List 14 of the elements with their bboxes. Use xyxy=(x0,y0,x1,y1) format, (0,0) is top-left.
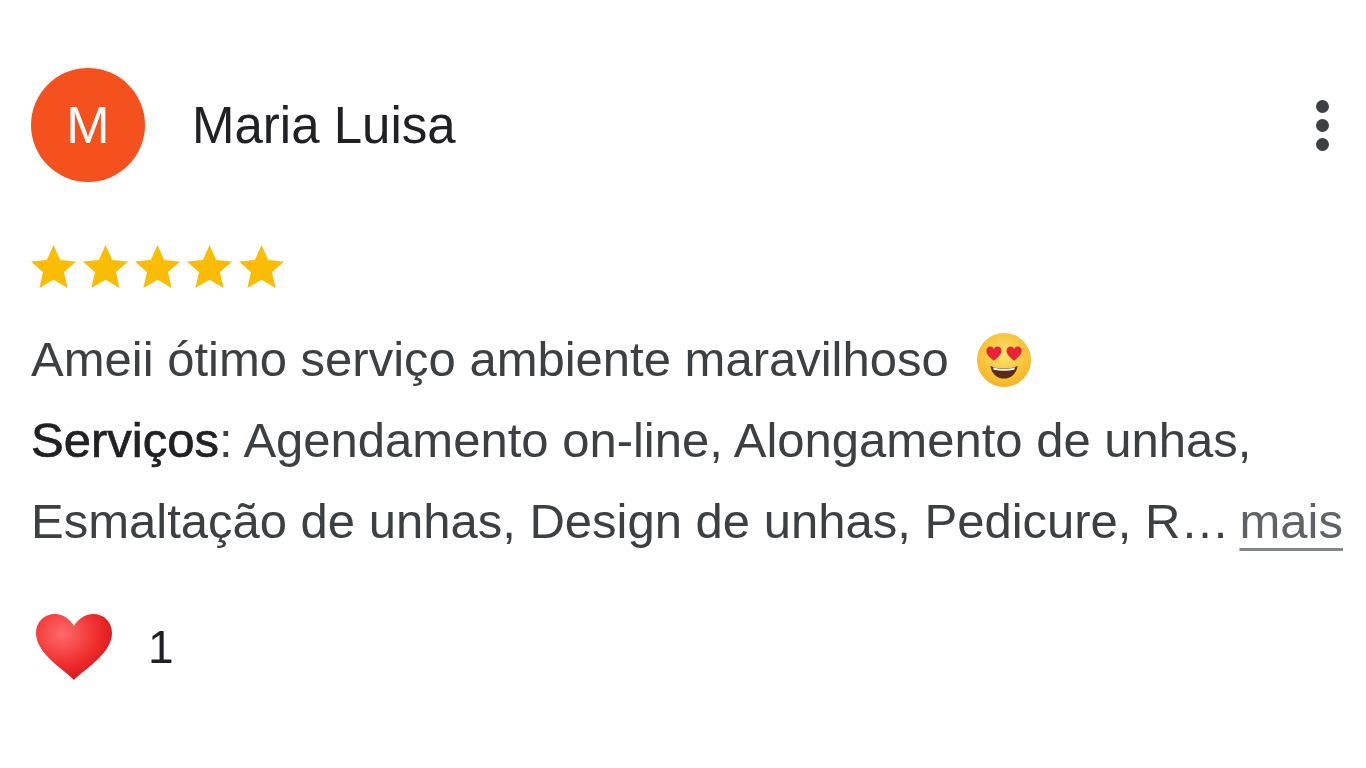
star-icon xyxy=(239,245,284,288)
star-icon xyxy=(83,245,128,288)
star-icon xyxy=(135,245,180,288)
heart-icon xyxy=(36,614,112,680)
more-options-icon[interactable] xyxy=(1316,99,1329,151)
star-icon xyxy=(187,245,232,288)
heart-eyes-emoji-icon xyxy=(976,332,1031,387)
review-services-text: Serviços: Agendamento on-line, Alongamento de unhas, Esmaltação de unhas, Design de unhas, Pedicure, R… mais xyxy=(31,412,1344,550)
avatar: M xyxy=(31,68,145,182)
reviewer-name: Maria Luisa xyxy=(192,95,456,155)
star-icon xyxy=(31,245,76,288)
more-link[interactable]: mais xyxy=(1239,494,1343,548)
review-text: Ameii ótimo serviço ambiente maravilhoso xyxy=(31,331,949,388)
reaction-count: 1 xyxy=(148,620,174,674)
